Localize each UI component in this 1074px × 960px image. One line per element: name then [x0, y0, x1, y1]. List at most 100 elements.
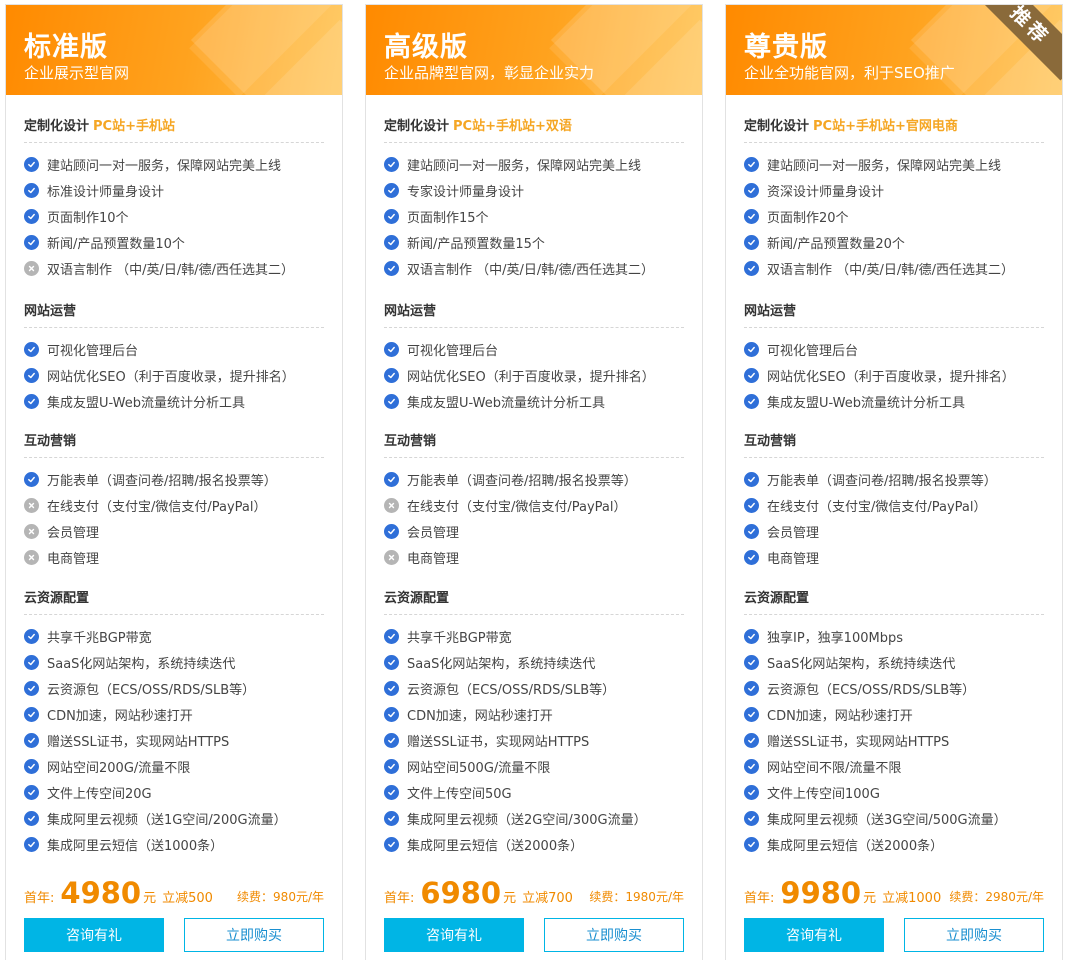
feature-item: 双语言制作 （中/英/日/韩/德/西任选其二）	[24, 255, 324, 281]
feature-item: 建站顾问一对一服务，保障网站完美上线	[24, 151, 324, 177]
feature-text: 云资源包（ECS/OSS/RDS/SLB等）	[407, 682, 616, 698]
feature-item: 会员管理	[384, 518, 684, 544]
check-icon	[744, 208, 759, 224]
buy-now-button[interactable]: 立即购买	[544, 918, 684, 952]
cross-icon	[24, 549, 39, 565]
action-buttons: 咨询有礼 立即购买	[744, 918, 1044, 952]
feature-text: 网站优化SEO（利于百度收录，提升排名）	[47, 369, 295, 385]
feature-section: 互动营销 万能表单（调查问卷/招聘/报名投票等） 在线支付（支付宝/微信支付/Pay…	[384, 430, 684, 570]
feature-item: 网站空间不限/流量不限	[744, 753, 1044, 779]
feature-text: 新闻/产品预置数量20个	[767, 236, 905, 252]
section-title: 定制化设计 PC站+手机站	[24, 115, 324, 143]
feature-section: 定制化设计 PC站+手机站+双语 建站顾问一对一服务，保障网站完美上线 专家设计师量身…	[384, 115, 684, 281]
feature-text: 新闻/产品预置数量10个	[47, 236, 185, 252]
renewal-price: 续费：2980元/年	[949, 890, 1044, 904]
feature-text: 集成友盟U-Web流量统计分析工具	[767, 395, 966, 411]
check-icon	[384, 654, 399, 670]
plan-title: 高级版	[384, 32, 468, 63]
feature-text: 页面制作15个	[407, 210, 489, 226]
feature-section: 定制化设计 PC站+手机站 建站顾问一对一服务，保障网站完美上线 标准设计师量身设计页…	[24, 115, 324, 281]
feature-text: 双语言制作 （中/英/日/韩/德/西任选其二）	[47, 262, 295, 278]
check-icon	[24, 367, 39, 383]
feature-text: 共享千兆BGP带宽	[47, 630, 152, 646]
feature-item: 文件上传空间20G	[24, 779, 324, 805]
price-label: 首年:	[384, 891, 415, 906]
feature-item: 在线支付（支付宝/微信支付/PayPal）	[744, 492, 1044, 518]
section-title: 互动营销	[24, 430, 324, 458]
feature-text: 电商管理	[407, 551, 460, 567]
check-icon	[384, 471, 399, 487]
feature-text: 万能表单（调查问卷/招聘/报名投票等）	[767, 473, 997, 489]
discount-text: 立减700	[522, 891, 573, 906]
section-title-text: 网站运营	[744, 304, 797, 319]
feature-item: 在线支付（支付宝/微信支付/PayPal）	[384, 492, 684, 518]
check-icon	[384, 732, 399, 748]
feature-text: 集成阿里云短信（送2000条）	[767, 838, 944, 854]
feature-text: 赠送SSL证书，实现网站HTTPS	[767, 734, 950, 750]
feature-text: CDN加速，网站秒速打开	[47, 708, 193, 724]
feature-text: 集成友盟U-Web流量统计分析工具	[407, 395, 606, 411]
section-title: 网站运营	[24, 300, 324, 328]
check-icon	[24, 836, 39, 852]
action-buttons: 咨询有礼 立即购买	[384, 918, 684, 952]
pricing-card-1: 标准版 企业展示型官网 定制化设计 PC站+手机站 建站顾问一对一服务，保障网站完美上线…	[5, 4, 343, 960]
feature-item: CDN加速，网站秒速打开	[744, 701, 1044, 727]
price-label: 首年:	[744, 891, 775, 906]
feature-text: 赠送SSL证书，实现网站HTTPS	[47, 734, 230, 750]
feature-text: 在线支付（支付宝/微信支付/PayPal）	[767, 499, 987, 515]
feature-item: 专家设计师量身设计	[384, 177, 684, 203]
feature-item: 集成友盟U-Web流量统计分析工具	[24, 388, 324, 414]
check-icon	[744, 628, 759, 644]
check-icon	[24, 156, 39, 172]
buy-now-button[interactable]: 立即购买	[184, 918, 324, 952]
check-icon	[24, 234, 39, 250]
feature-text: 万能表单（调查问卷/招聘/报名投票等）	[47, 473, 277, 489]
section-title: 云资源配置	[24, 587, 324, 615]
check-icon	[384, 836, 399, 852]
feature-text: 独享IP，独享100Mbps	[767, 630, 903, 646]
discount-text: 立减500	[162, 891, 213, 906]
pricing-card-3: 尊贵版 企业全功能官网，利于SEO推广 推荐 定制化设计 PC站+手机站+官网电商 建站顾…	[725, 4, 1063, 960]
feature-text: 赠送SSL证书，实现网站HTTPS	[407, 734, 590, 750]
feature-text: 可视化管理后台	[47, 343, 139, 359]
consult-button[interactable]: 咨询有礼	[744, 918, 884, 952]
buy-now-button[interactable]: 立即购买	[904, 918, 1044, 952]
section-title: 云资源配置	[744, 587, 1044, 615]
feature-item: 会员管理	[744, 518, 1044, 544]
feature-item: 建站顾问一对一服务，保障网站完美上线	[384, 151, 684, 177]
price-row: 首年: 4980 元立减500 续费：980元/年	[24, 873, 324, 909]
section-title-text: 网站运营	[384, 304, 437, 319]
section-title: 网站运营	[744, 300, 1044, 328]
check-icon	[384, 680, 399, 696]
feature-text: 资深设计师量身设计	[767, 184, 885, 200]
feature-item: 电商管理	[744, 544, 1044, 570]
check-icon	[24, 680, 39, 696]
feature-item: 新闻/产品预置数量15个	[384, 229, 684, 255]
check-icon	[744, 156, 759, 172]
consult-button[interactable]: 咨询有礼	[384, 918, 524, 952]
feature-text: 共享千兆BGP带宽	[407, 630, 512, 646]
feature-item: 可视化管理后台	[24, 336, 324, 362]
check-icon	[744, 367, 759, 383]
consult-button[interactable]: 咨询有礼	[24, 918, 164, 952]
feature-text: 页面制作10个	[47, 210, 129, 226]
feature-item: 网站优化SEO（利于百度收录，提升排名）	[384, 362, 684, 388]
feature-item: 页面制作10个	[24, 203, 324, 229]
feature-item: 赠送SSL证书，实现网站HTTPS	[744, 727, 1044, 753]
feature-item: 共享千兆BGP带宽	[24, 623, 324, 649]
feature-item: 万能表单（调查问卷/招聘/报名投票等）	[744, 466, 1044, 492]
section-title-text: 定制化设计	[24, 119, 90, 134]
section-title-text: 互动营销	[24, 434, 77, 449]
check-icon	[24, 732, 39, 748]
feature-item: 网站优化SEO（利于百度收录，提升排名）	[744, 362, 1044, 388]
feature-text: 集成阿里云视频（送3G空间/500G流量）	[767, 812, 1007, 828]
feature-text: 网站空间不限/流量不限	[767, 760, 902, 776]
cross-icon	[24, 523, 39, 539]
feature-item: 集成阿里云短信（送1000条）	[24, 831, 324, 857]
feature-item: 可视化管理后台	[744, 336, 1044, 362]
check-icon	[384, 182, 399, 198]
feature-text: 新闻/产品预置数量15个	[407, 236, 545, 252]
feature-item: 标准设计师量身设计	[24, 177, 324, 203]
pricing-cards: 标准版 企业展示型官网 定制化设计 PC站+手机站 建站顾问一对一服务，保障网站完美上线…	[0, 0, 1074, 960]
feature-item: 电商管理	[384, 544, 684, 570]
